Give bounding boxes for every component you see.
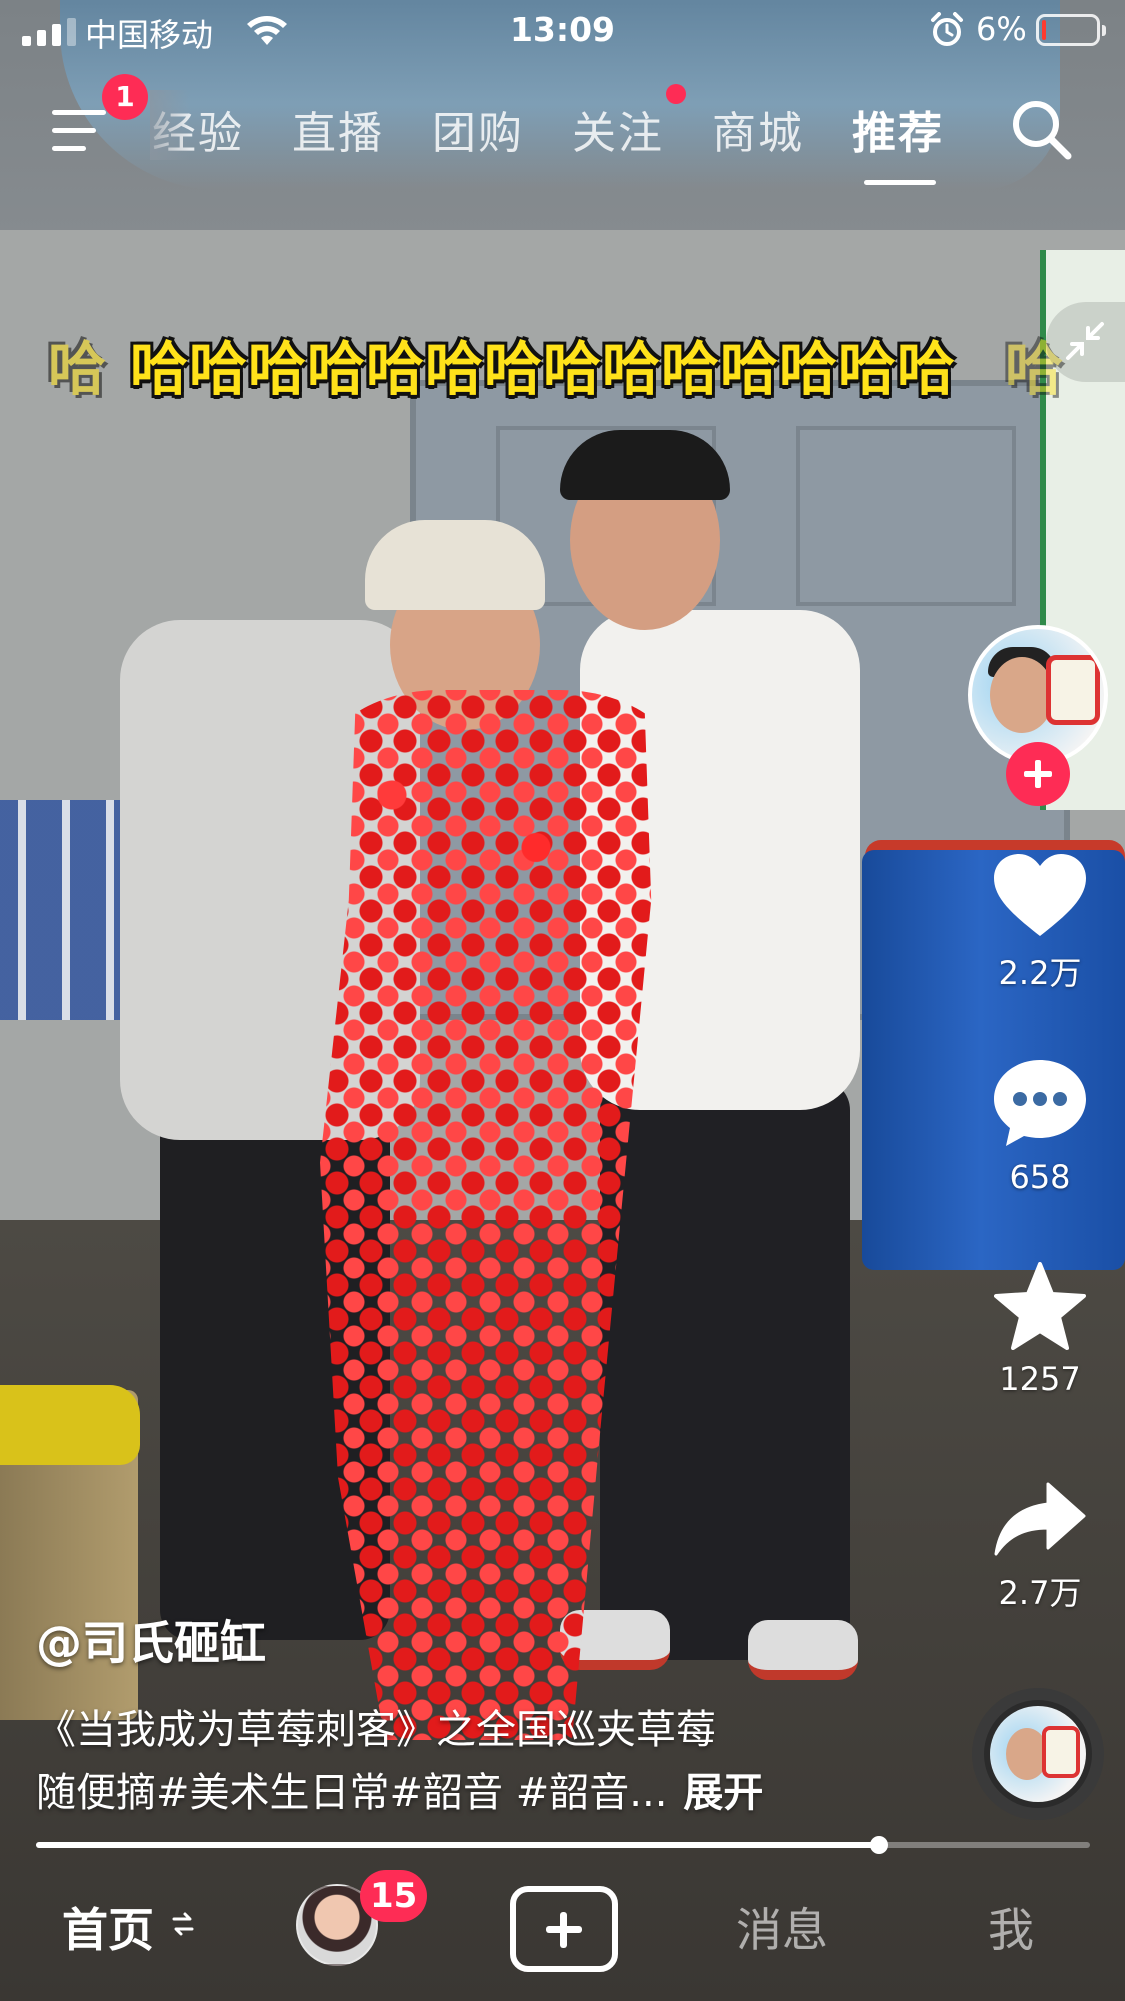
video-progress-bar[interactable]: [36, 1836, 1090, 1854]
friends-notification-badge: 15: [360, 1870, 428, 1922]
video-progress-knob[interactable]: [870, 1836, 888, 1854]
person-right-shoe: [748, 1620, 858, 1680]
create-post-button[interactable]: [510, 1886, 618, 1972]
like-action[interactable]: 2.2万: [970, 852, 1110, 994]
favorite-count: 1257: [999, 1360, 1081, 1398]
favorite-action[interactable]: 1257: [970, 1262, 1110, 1398]
bottom-tab-home[interactable]: 首页: [62, 1894, 154, 1960]
collapse-overlay-button[interactable]: [1046, 302, 1125, 382]
bucket-rim: [0, 1385, 140, 1465]
bottom-tab-me[interactable]: 我: [988, 1894, 1034, 1960]
tab-mall[interactable]: 商城: [712, 97, 804, 161]
video-progress-fill: [36, 1842, 879, 1848]
post-description-line2: 随便摘#美术生日常#韶音 #韶音... 展开: [36, 1760, 936, 1818]
author-name[interactable]: @司氏砸缸: [36, 1607, 266, 1673]
status-bar: 中国移动 13:09 6%: [0, 0, 1125, 62]
tab-recommended[interactable]: 推荐: [852, 97, 944, 161]
share-arrow-icon: [994, 1482, 1086, 1556]
carrier-name: 中国移动: [85, 16, 214, 54]
tab-group-buy[interactable]: 团购: [432, 97, 524, 161]
like-count: 2.2万: [998, 954, 1082, 992]
bottom-tab-bar: 首页 15 消息 我: [0, 1858, 1125, 2001]
heart-icon: [994, 854, 1086, 936]
comment-action[interactable]: 658: [970, 1056, 1110, 1196]
comment-bubble-icon: [994, 1060, 1086, 1146]
top-nav: 1 经验 直播 团购 关注 商城 推荐: [0, 70, 1125, 190]
following-new-dot: [666, 84, 686, 104]
search-icon[interactable]: [1008, 96, 1074, 162]
alarm-icon: [931, 12, 963, 46]
switch-arrows-icon: [172, 1912, 194, 1936]
bottom-tab-messages[interactable]: 消息: [736, 1894, 828, 1960]
collapse-arrows-icon: [1066, 322, 1104, 360]
follow-button[interactable]: [1006, 742, 1070, 806]
post-description-text: 随便摘#美术生日常#韶音 #韶音...: [36, 1770, 668, 1816]
person-right-hair: [560, 430, 730, 500]
video-caption: 哈哈哈哈哈哈哈哈哈哈哈哈哈哈: [130, 335, 957, 403]
person-left-cap: [365, 520, 545, 610]
tab-fade: [150, 90, 190, 160]
battery-icon: [1036, 14, 1106, 46]
menu-button[interactable]: [52, 106, 106, 156]
active-tab-indicator: [864, 180, 936, 185]
share-action[interactable]: 2.7万: [970, 1480, 1110, 1614]
tab-live[interactable]: 直播: [292, 97, 384, 161]
tab-following[interactable]: 关注: [572, 97, 664, 161]
video-caption-ghost-left: 哈: [48, 335, 107, 403]
post-description-line1: 《当我成为草莓刺客》之全国巡夹草莓: [36, 1707, 716, 1753]
battery-percent: 6%: [976, 10, 1027, 48]
comment-count: 658: [1009, 1158, 1071, 1196]
expand-description-button[interactable]: 展开: [683, 1770, 763, 1816]
menu-notification-badge: 1: [102, 74, 148, 120]
share-count: 2.7万: [998, 1574, 1082, 1612]
person-right-legs: [600, 1080, 850, 1660]
wifi-icon: [247, 16, 287, 45]
star-icon: [994, 1262, 1086, 1350]
music-disc[interactable]: [972, 1688, 1104, 1820]
signal-icon: [22, 18, 76, 46]
battery-fill: [1042, 20, 1046, 40]
